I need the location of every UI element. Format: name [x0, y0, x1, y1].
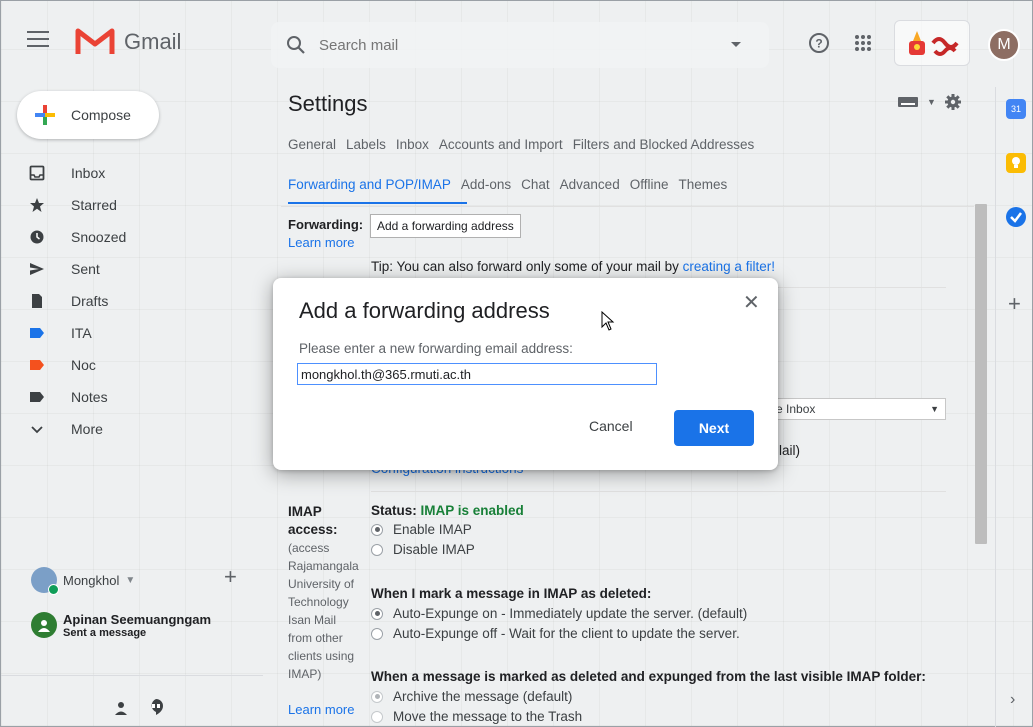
dialog-title: Add a forwarding address [299, 298, 550, 323]
next-button[interactable]: Next [674, 410, 754, 446]
add-forwarding-dialog: Add a forwarding address ✕ Please enter … [273, 278, 778, 470]
dialog-prompt: Please enter a new forwarding email addr… [299, 341, 573, 356]
mouse-cursor-icon [601, 311, 615, 331]
close-icon[interactable]: ✕ [743, 290, 760, 315]
forwarding-email-input[interactable] [297, 363, 657, 385]
cancel-button[interactable]: Cancel [589, 418, 633, 434]
